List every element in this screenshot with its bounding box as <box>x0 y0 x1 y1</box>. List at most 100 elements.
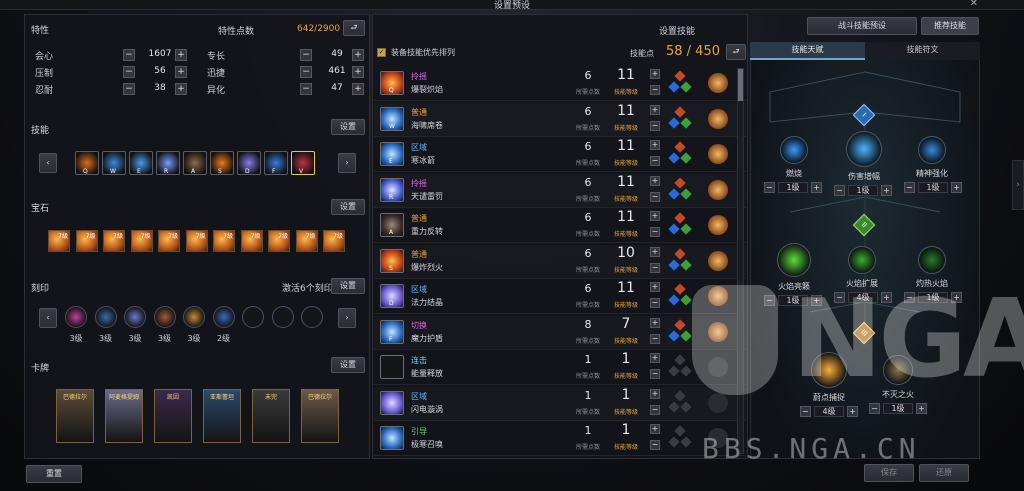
engraving-icon[interactable] <box>212 306 235 328</box>
skill-row[interactable]: D 区域 法力结晶 6 所需点数 11 技能等级 + − <box>374 280 746 314</box>
stat-plus-button[interactable]: + <box>175 66 187 78</box>
tripod-1-icon[interactable] <box>668 365 680 377</box>
skill-slot-icon[interactable]: V <box>291 151 315 175</box>
skill-level-down-button[interactable]: − <box>650 440 660 450</box>
tripod-3-icon[interactable] <box>674 141 686 153</box>
skills-prev-button[interactable]: ‹ <box>39 153 57 173</box>
skill-slot-icon[interactable]: D <box>237 151 261 175</box>
skill-level-up-button[interactable]: + <box>650 388 660 399</box>
talent-node-tier2[interactable] <box>848 246 876 274</box>
skill-row[interactable]: S 普通 爆炸烈火 6 所需点数 10 技能等级 + − <box>374 245 746 279</box>
skill-slot-icon[interactable]: S <box>210 151 234 175</box>
talent-node-tier2[interactable] <box>777 243 811 277</box>
tripod-3-icon[interactable] <box>674 212 686 224</box>
rune-icon[interactable] <box>708 108 728 129</box>
skill-row[interactable]: 连击 能量释放 1 所需点数 1 技能等级 + − <box>374 351 746 385</box>
skill-level-down-button[interactable]: − <box>650 85 660 95</box>
tripod-3-icon[interactable] <box>674 70 686 82</box>
subtab-rune[interactable]: 技能符文 <box>865 42 980 60</box>
tripod-1-icon[interactable] <box>668 187 680 200</box>
skill-slot-icon[interactable]: A <box>183 151 207 175</box>
tripod-3-icon[interactable] <box>674 318 686 331</box>
skill-level-down-button[interactable]: − <box>650 227 660 237</box>
tripod-3-icon[interactable] <box>674 105 686 118</box>
skill-row[interactable]: R 拎摇 天谴雷罚 6 所需点数 11 技能等级 + − <box>374 174 746 208</box>
card[interactable]: 巴德拉尔 <box>56 389 94 443</box>
skill-row[interactable]: Q 拎摇 爆裂炽焰 6 所需点数 11 技能等级 + − <box>374 67 746 101</box>
card[interactable]: 阿麦格提姆 <box>105 389 143 443</box>
skill-points-reset-button[interactable]: ⮐ <box>726 44 746 60</box>
rune-icon[interactable] <box>708 179 728 200</box>
stat-minus-button[interactable]: − <box>123 49 135 61</box>
rune-icon[interactable] <box>708 144 728 164</box>
stat-plus-button[interactable]: + <box>175 83 187 95</box>
tripod-1-icon[interactable] <box>668 116 680 129</box>
restore-button[interactable]: 还原 <box>919 464 969 482</box>
talent-minus-button[interactable]: − <box>834 185 845 196</box>
engraving-empty-slot[interactable] <box>301 306 323 328</box>
skill-icon[interactable] <box>380 426 404 450</box>
talent-minus-button[interactable]: − <box>800 406 811 417</box>
skill-row[interactable]: 区域 闪电漩涡 1 所需点数 1 技能等级 + − <box>374 387 746 421</box>
side-arrow-icon[interactable]: › <box>1012 160 1024 210</box>
stat-plus-button[interactable]: + <box>352 66 364 78</box>
gem-icon[interactable]: 7级 <box>48 230 70 252</box>
skill-level-down-button[interactable]: − <box>650 369 660 379</box>
rune-icon[interactable] <box>708 215 728 235</box>
engraving-icon[interactable] <box>65 306 87 328</box>
tripod-1-icon[interactable] <box>668 258 680 271</box>
tripod-2-icon[interactable] <box>680 152 692 164</box>
gem-icon[interactable]: 7级 <box>323 230 345 252</box>
talent-plus-button[interactable]: + <box>847 406 858 417</box>
skill-icon[interactable]: R <box>380 177 404 202</box>
engraving-empty-slot[interactable] <box>271 306 294 328</box>
tripod-3-icon[interactable] <box>674 389 686 402</box>
engravings-next-button[interactable]: › <box>338 308 356 328</box>
skill-icon[interactable]: S <box>380 248 404 273</box>
engravings-settings-button[interactable]: 设置 <box>331 278 365 294</box>
stat-minus-button[interactable]: − <box>300 83 312 95</box>
skill-row[interactable]: F 切换 魔力护盾 8 所需点数 7 技能等级 + − <box>374 316 746 350</box>
talent-node-tier1[interactable] <box>918 136 946 164</box>
stat-minus-button[interactable]: − <box>123 66 135 78</box>
skill-icon[interactable]: D <box>380 284 404 308</box>
gem-icon[interactable]: 7级 <box>158 230 180 252</box>
skill-level-up-button[interactable]: + <box>650 282 660 292</box>
engraving-empty-slot[interactable] <box>242 306 264 328</box>
engraving-icon[interactable] <box>153 306 176 328</box>
gem-icon[interactable]: 7级 <box>103 230 125 252</box>
tripod-2-icon[interactable] <box>680 223 692 235</box>
skill-icon[interactable]: F <box>380 319 404 344</box>
skill-level-up-button[interactable]: + <box>650 424 660 434</box>
tripod-1-icon[interactable] <box>668 400 680 413</box>
tripod-2-icon[interactable] <box>680 116 692 129</box>
gem-icon[interactable]: 7级 <box>75 230 98 252</box>
skill-slot-icon[interactable]: Q <box>75 151 99 175</box>
gem-icon[interactable]: 7级 <box>185 230 208 252</box>
tripod-2-icon[interactable] <box>680 436 692 448</box>
tripod-3-icon[interactable] <box>674 176 686 189</box>
talent-node-tier1[interactable] <box>780 136 808 164</box>
tab-recommended[interactable]: 推荐技能 <box>921 17 979 35</box>
talent-plus-button[interactable]: + <box>881 185 892 196</box>
gem-icon[interactable]: 7级 <box>213 230 235 252</box>
tripod-2-icon[interactable] <box>680 400 692 413</box>
tripod-2-icon[interactable] <box>680 294 692 306</box>
skill-level-down-button[interactable]: − <box>650 156 660 166</box>
talent-node-tier1[interactable] <box>846 131 882 167</box>
tripod-3-icon[interactable] <box>674 425 686 437</box>
scrollbar-thumb[interactable] <box>738 69 743 101</box>
skill-level-up-button[interactable]: + <box>650 317 660 328</box>
skill-level-up-button[interactable]: + <box>650 69 660 79</box>
stat-minus-button[interactable]: − <box>123 83 135 95</box>
talent-minus-button[interactable]: − <box>904 182 915 193</box>
rune-icon[interactable] <box>708 250 728 271</box>
engraving-icon[interactable] <box>124 306 146 328</box>
skill-slot-icon[interactable]: E <box>129 151 153 175</box>
skill-icon[interactable] <box>380 390 404 415</box>
skill-level-down-button[interactable]: − <box>650 191 660 202</box>
gems-settings-button[interactable]: 设置 <box>331 199 365 215</box>
skill-level-down-button[interactable]: − <box>650 262 660 273</box>
tripod-2-icon[interactable] <box>680 258 692 271</box>
skill-level-up-button[interactable]: + <box>650 175 660 186</box>
